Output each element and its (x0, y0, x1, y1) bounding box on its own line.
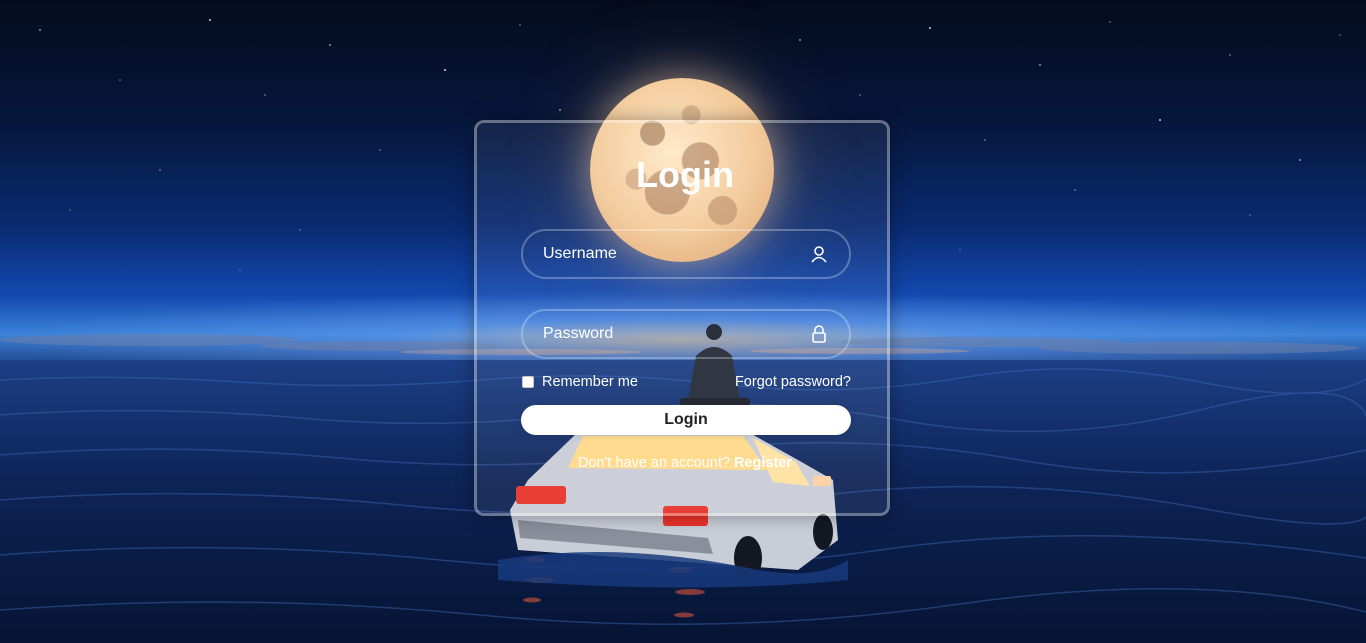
register-row: Don't have an account? Register (477, 454, 893, 472)
lock-icon (812, 325, 826, 343)
login-title: Login (636, 154, 734, 195)
user-icon (811, 246, 827, 263)
password-field (521, 309, 851, 359)
forgot-password-link[interactable]: Forgot password? (735, 373, 851, 391)
register-prompt: Don't have an account? (578, 455, 730, 471)
login-page: Login Remember me Forgot password? Login (0, 0, 1366, 643)
username-input[interactable] (523, 231, 849, 277)
remember-me-checkbox[interactable] (522, 376, 534, 388)
login-button[interactable]: Login (521, 405, 851, 435)
options-row: Remember me Forgot password? (521, 373, 851, 393)
register-link[interactable]: Register (734, 455, 792, 471)
remember-me-control[interactable]: Remember me (521, 373, 638, 391)
remember-me-label: Remember me (542, 374, 638, 390)
login-card: Login Remember me Forgot password? Login (474, 120, 890, 516)
password-input[interactable] (523, 311, 849, 357)
username-field (521, 229, 851, 279)
